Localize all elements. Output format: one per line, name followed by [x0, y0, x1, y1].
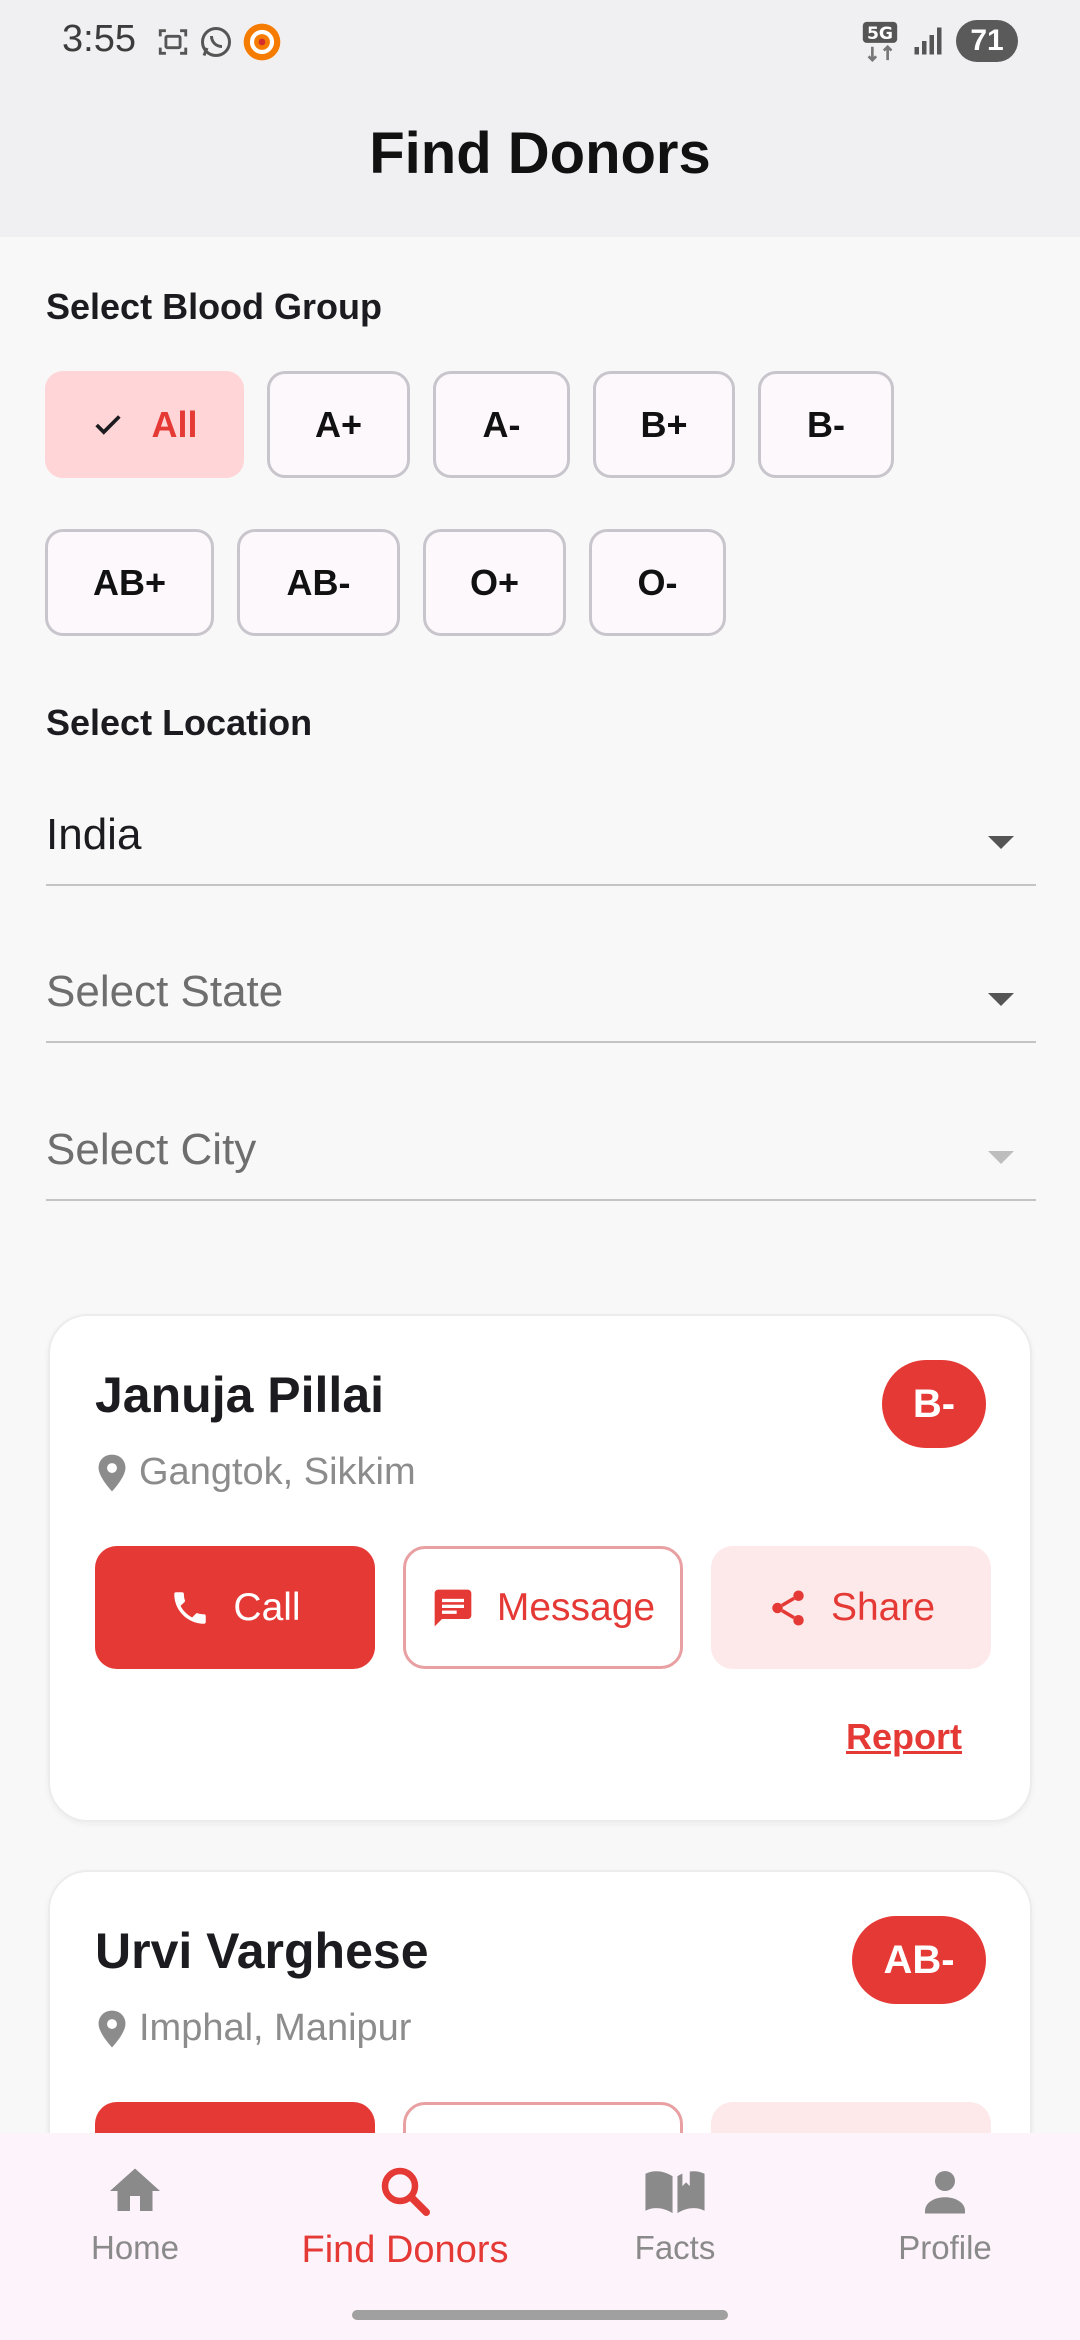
donor-card: Januja Pillai B- Gangtok, Sikkim Call Me… — [48, 1314, 1032, 1822]
call-button[interactable]: Call — [95, 1546, 375, 1669]
donor-actions: Call Message Share — [95, 1546, 991, 1669]
donor-name: Urvi Varghese — [95, 1923, 429, 1979]
donor-location: Imphal, Manipur — [95, 2007, 411, 2050]
chip-b-positive[interactable]: B+ — [593, 371, 735, 478]
check-icon — [91, 408, 125, 442]
donor-location-text: Imphal, Manipur — [139, 2007, 412, 2049]
nav-label: Find Donors — [301, 2229, 509, 2271]
chip-label: O+ — [469, 561, 520, 603]
bottom-navigation: Home Find Donors Facts Profile — [0, 2133, 1080, 2340]
home-icon — [110, 2168, 160, 2211]
blood-group-badge: B- — [882, 1360, 986, 1448]
city-placeholder: Select City — [46, 1125, 257, 1174]
system-icons: 5G 71 — [860, 20, 1018, 62]
blood-group-chips-row-2: AB+ AB- O+ O- — [45, 529, 726, 636]
nav-label: Facts — [634, 2229, 716, 2266]
share-button[interactable]: Share — [711, 1546, 991, 1669]
person-icon — [925, 2171, 965, 2214]
dropdown-arrow-icon — [988, 993, 1014, 1006]
chip-label: AB- — [286, 561, 351, 603]
nav-profile[interactable]: Profile — [810, 2133, 1080, 2323]
nav-home[interactable]: Home — [0, 2133, 270, 2323]
chip-a-negative[interactable]: A- — [433, 371, 570, 478]
location-label: Select Location — [46, 702, 313, 743]
phone-icon — [174, 1591, 207, 1624]
dropdown-arrow-icon — [988, 1151, 1014, 1164]
svg-text:5G: 5G — [867, 24, 893, 44]
5g-network-icon: 5G — [862, 21, 898, 62]
location-pin-icon — [98, 2010, 126, 2047]
chip-ab-positive[interactable]: AB+ — [45, 529, 214, 636]
country-dropdown[interactable]: India — [46, 790, 1036, 886]
book-icon — [645, 2163, 705, 2214]
donor-location: Gangtok, Sikkim — [95, 1451, 416, 1494]
chip-label: All — [151, 403, 198, 445]
nav-facts[interactable]: Facts — [540, 2133, 810, 2323]
chip-a-positive[interactable]: A+ — [267, 371, 410, 478]
nav-find-donors[interactable]: Find Donors — [270, 2133, 540, 2323]
chip-label: AB+ — [92, 561, 167, 603]
call-label: Call — [233, 1585, 301, 1629]
message-label: Message — [496, 1585, 656, 1629]
chip-label: O- — [637, 561, 678, 603]
top-app-bar: 3:55 5G 71 Find Donors — [0, 0, 1080, 237]
search-icon — [381, 2167, 430, 2216]
blood-group-label: Select Blood Group — [46, 286, 383, 327]
recorder-app-icon — [243, 23, 281, 61]
chip-ab-negative[interactable]: AB- — [237, 529, 400, 636]
location-pin-icon — [98, 1454, 126, 1491]
city-dropdown[interactable]: Select City — [46, 1105, 1036, 1201]
chip-o-positive[interactable]: O+ — [423, 529, 566, 636]
battery-indicator: 71 — [956, 20, 1018, 62]
blood-group-chips-row-1: All A+ A- B+ B- — [45, 371, 894, 478]
donor-location-text: Gangtok, Sikkim — [139, 1451, 416, 1493]
donor-name: Januja Pillai — [95, 1367, 385, 1423]
state-placeholder: Select State — [46, 967, 284, 1016]
chip-label: B+ — [640, 403, 688, 445]
gesture-bar[interactable] — [352, 2310, 728, 2320]
status-time: 3:55 — [62, 18, 136, 60]
report-link[interactable]: Report — [846, 1716, 962, 1758]
signal-icon — [914, 27, 942, 55]
status-bar: 3:55 5G 71 — [0, 0, 1080, 86]
screenshot-icon — [158, 29, 188, 55]
notification-icons — [156, 22, 282, 62]
nav-label: Profile — [898, 2229, 992, 2266]
dropdown-arrow-icon — [988, 836, 1014, 849]
country-value: India — [46, 810, 142, 859]
chip-b-negative[interactable]: B- — [758, 371, 894, 478]
page-title: Find Donors — [369, 121, 711, 186]
chip-label: A+ — [314, 403, 363, 445]
blood-group-badge: AB- — [852, 1916, 986, 2004]
chip-label: B- — [807, 403, 845, 445]
message-icon — [434, 1589, 472, 1626]
chip-label: A- — [482, 403, 521, 445]
share-icon — [772, 1590, 804, 1625]
message-button[interactable]: Message — [403, 1546, 683, 1669]
share-label: Share — [830, 1585, 936, 1629]
chip-all[interactable]: All — [45, 371, 244, 478]
whatsapp-icon — [201, 27, 231, 57]
state-dropdown[interactable]: Select State — [46, 947, 1036, 1043]
nav-label: Home — [90, 2229, 180, 2266]
chip-o-negative[interactable]: O- — [589, 529, 726, 636]
